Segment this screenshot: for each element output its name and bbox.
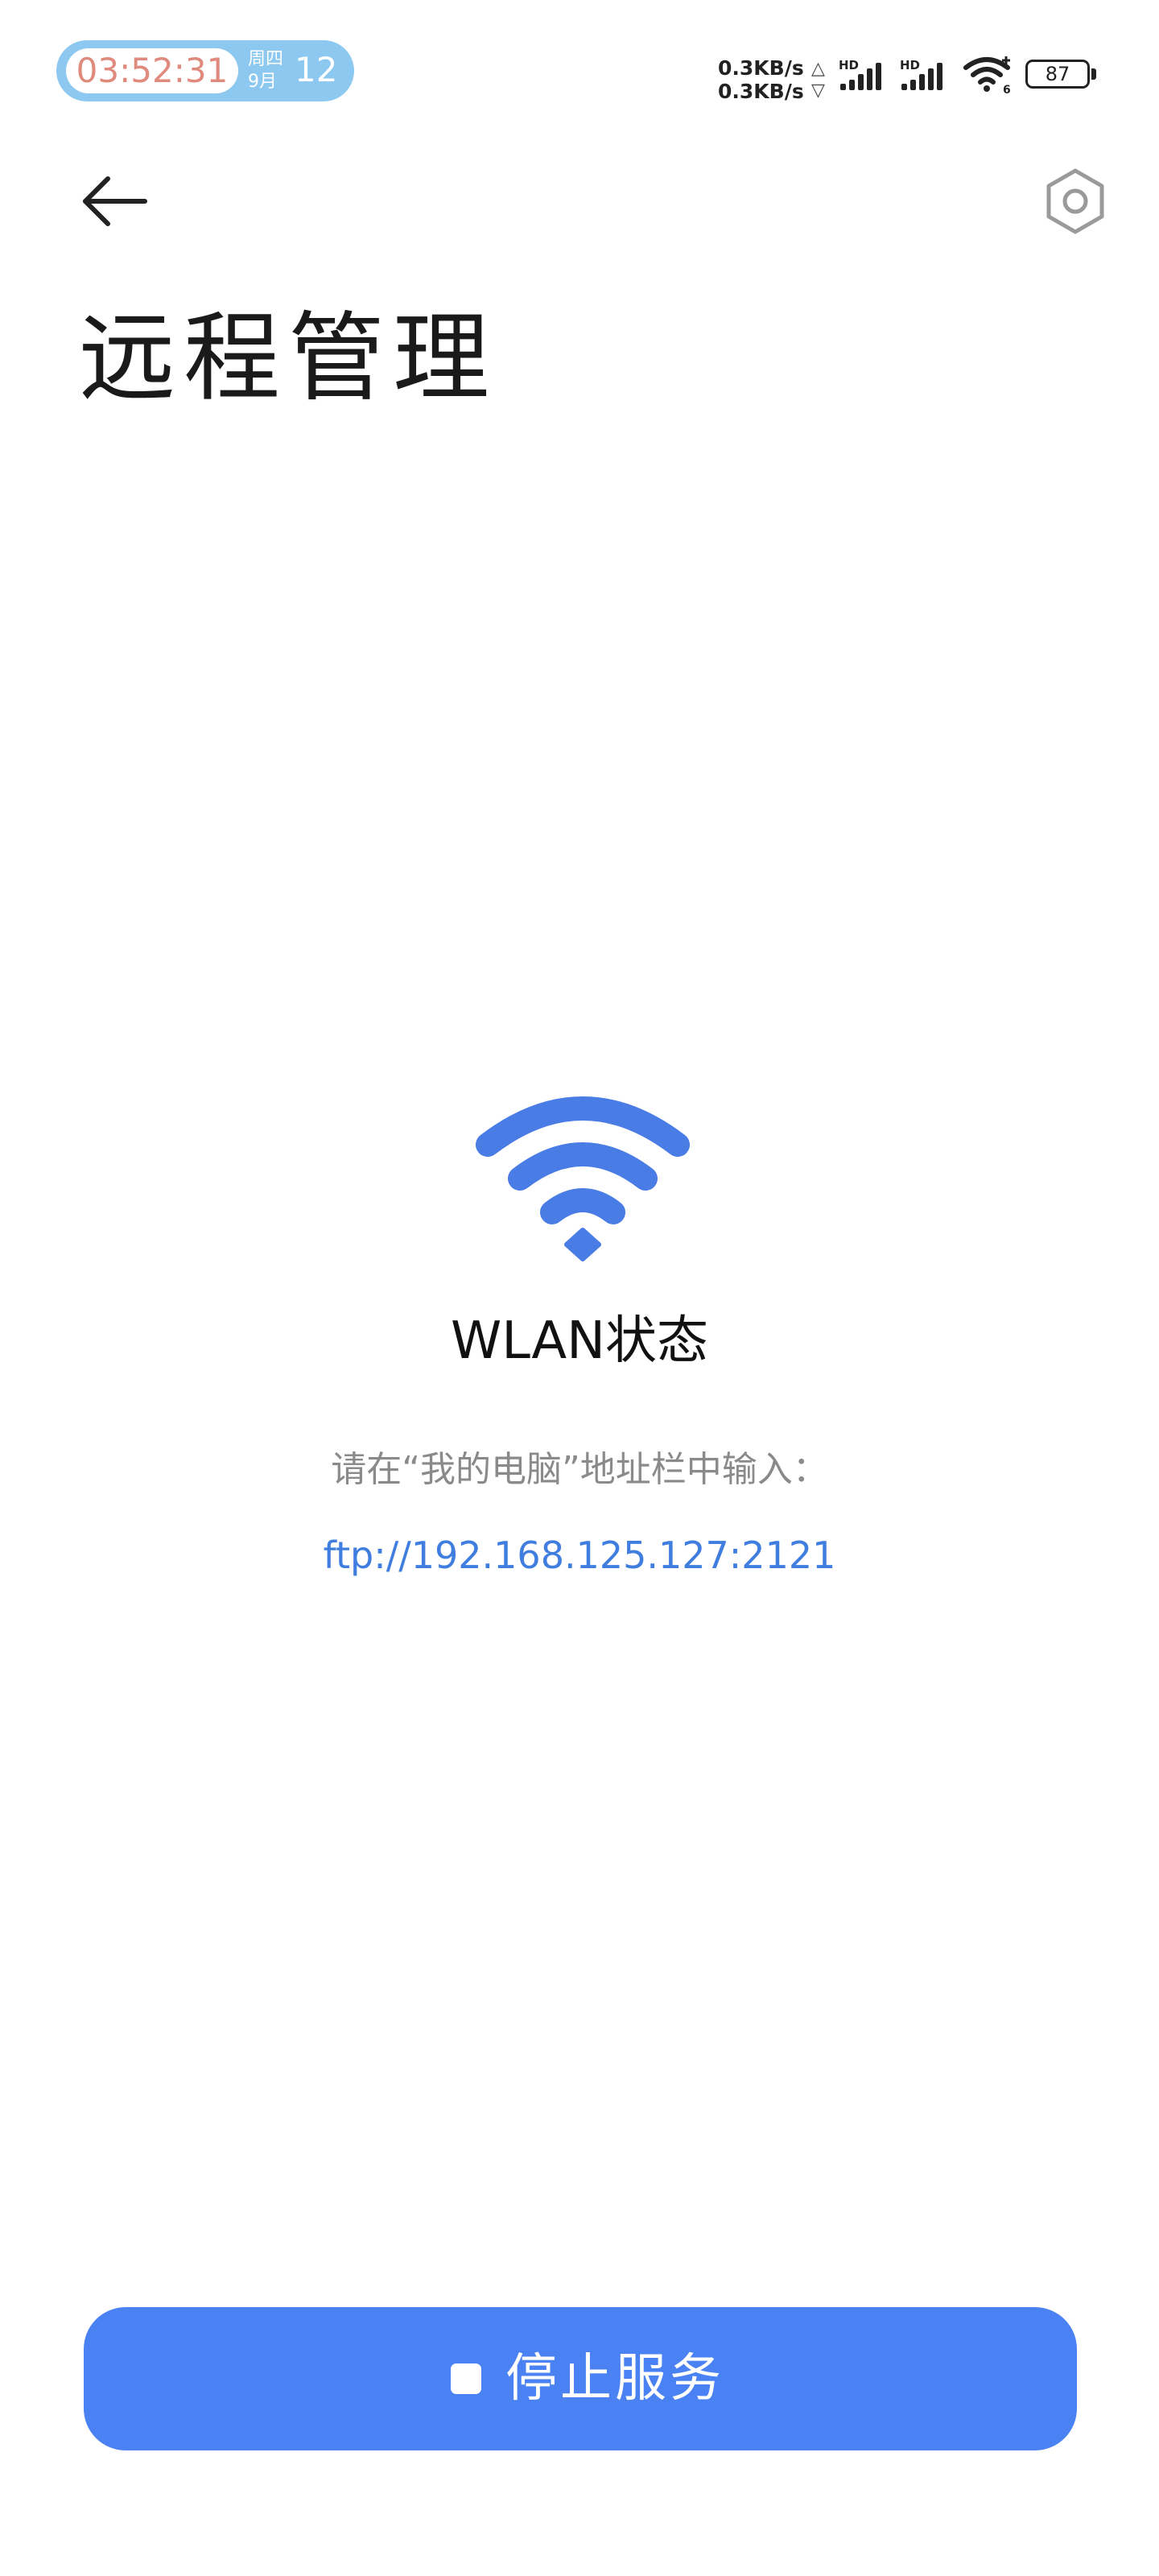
status-day: 12: [295, 50, 338, 89]
stop-square-icon: [451, 2363, 481, 2394]
stop-service-button[interactable]: 停止服务: [84, 2307, 1077, 2450]
back-button[interactable]: [72, 161, 161, 250]
clock-time-container: 03:52:31: [66, 48, 238, 93]
wifi-icon: [476, 1096, 690, 1261]
network-speed: 0.3KB/s 0.3KB/s: [718, 56, 804, 103]
network-arrows: △ ▽: [811, 58, 825, 101]
download-speed: 0.3KB/s: [718, 80, 804, 103]
page-title: 远程管理: [79, 303, 497, 415]
address-hint: 请在“我的电脑”地址栏中输入：: [331, 1449, 828, 1490]
signal-hd-icon: HD: [900, 58, 942, 90]
stop-service-label: 停止服务: [505, 2349, 724, 2409]
wifi-6-icon: 6: [963, 56, 1011, 95]
status-clock-pill: 03:52:31 周四 9月 12: [56, 40, 354, 101]
status-month: 9月: [248, 72, 277, 92]
hexagon-gear-icon: [1046, 168, 1104, 234]
signal-hd-tag: HD: [839, 58, 859, 72]
arrow-left-icon: [83, 176, 147, 226]
download-arrow-icon: ▽: [811, 80, 825, 101]
wifi-6-tag: 6: [1003, 84, 1011, 95]
signal-hd-tag: HD: [900, 58, 920, 72]
ftp-address[interactable]: ftp://192.168.125.127:2121: [0, 1530, 1159, 1581]
signal-hd-icon: HD: [839, 58, 881, 90]
upload-arrow-icon: △: [811, 59, 825, 79]
wlan-status-title: WLAN状态: [450, 1311, 709, 1371]
battery-cap: [1091, 68, 1096, 80]
battery-level: 87: [1045, 63, 1070, 85]
upload-speed: 0.3KB/s: [718, 56, 804, 80]
status-time: 03:52:31: [76, 51, 229, 90]
status-weekday: 周四: [248, 49, 284, 69]
battery-icon: 87: [1025, 60, 1090, 89]
settings-button[interactable]: [1035, 161, 1116, 242]
